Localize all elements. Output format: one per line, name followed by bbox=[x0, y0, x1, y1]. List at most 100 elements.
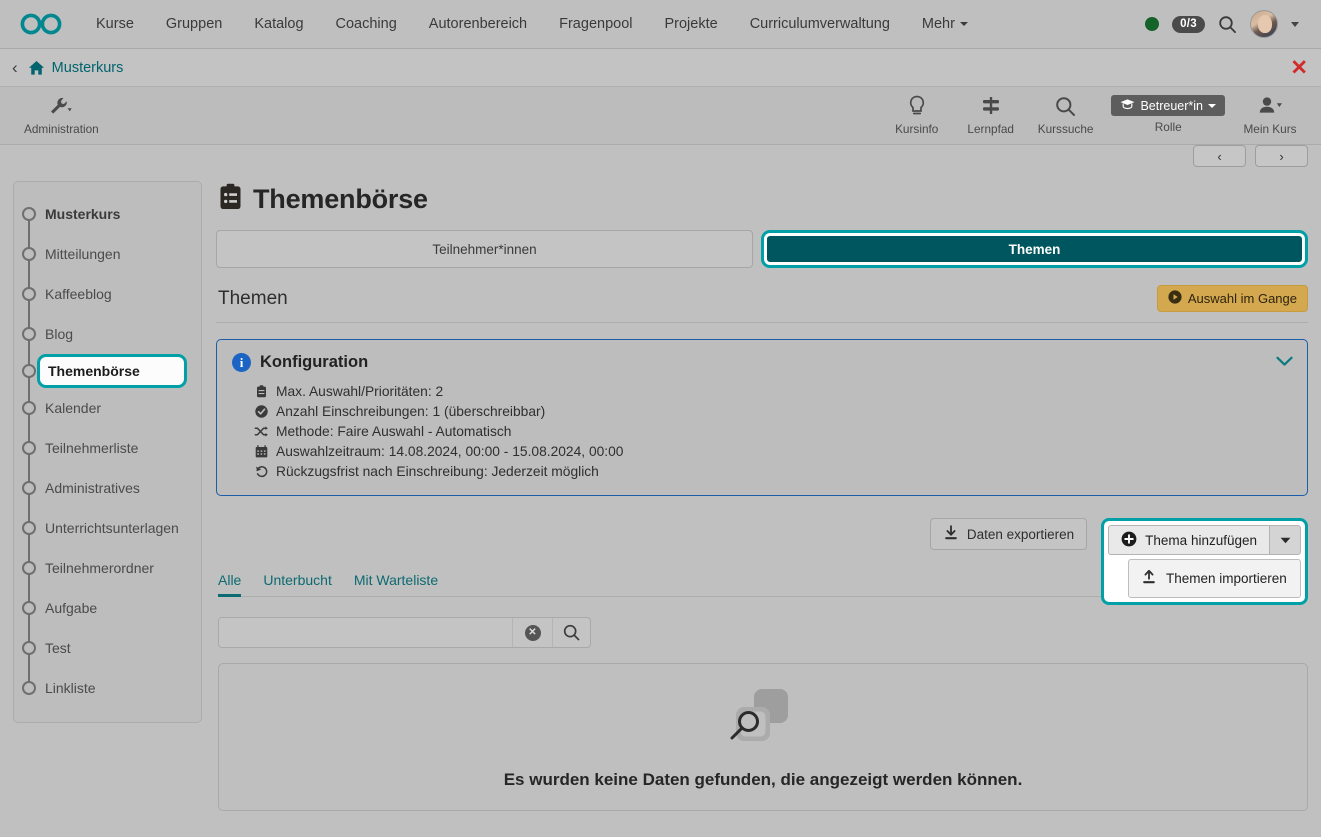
tab-alle[interactable]: Alle bbox=[218, 572, 241, 596]
close-icon[interactable]: ✕ bbox=[1290, 57, 1308, 78]
toolbar-administration[interactable]: Administration bbox=[14, 91, 109, 136]
sidebar-item-teilnehmerordner[interactable]: Teilnehmerordner bbox=[14, 548, 201, 588]
actions-row: Daten exportieren Thema hinzufügen bbox=[216, 518, 1308, 552]
no-data-search-icon bbox=[726, 685, 800, 756]
nav-item-curriculumverwaltung[interactable]: Curriculumverwaltung bbox=[734, 9, 906, 40]
upload-icon bbox=[1141, 569, 1157, 588]
status-badge-label: Auswahl im Gange bbox=[1188, 291, 1297, 306]
caret-down-icon bbox=[1208, 104, 1216, 108]
menu-item-themen-importieren[interactable]: Themen importieren bbox=[1129, 560, 1300, 597]
online-status-icon bbox=[1145, 17, 1159, 31]
nav-item-katalog[interactable]: Katalog bbox=[238, 9, 319, 40]
segment-themen[interactable]: Themen bbox=[767, 236, 1302, 262]
configuration-panel: i Konfiguration Max. Auswahl/Prioritäten… bbox=[216, 339, 1308, 496]
page-body: Musterkurs Mitteilungen Kaffeeblog Blog … bbox=[0, 167, 1321, 811]
config-row-max-auswahl: Max. Auswahl/Prioritäten: 2 bbox=[254, 381, 1292, 401]
node-icon bbox=[22, 207, 36, 221]
sidebar-item-aufgabe[interactable]: Aufgabe bbox=[14, 588, 201, 628]
sidebar-item-linkliste[interactable]: Linkliste bbox=[14, 668, 201, 708]
nav-item-kurse[interactable]: Kurse bbox=[80, 9, 150, 40]
sidebar-item-blog[interactable]: Blog bbox=[14, 314, 201, 354]
undo-icon bbox=[254, 465, 268, 478]
pager-next-button[interactable]: › bbox=[1255, 145, 1308, 167]
sidebar-item-label: Themenbörse bbox=[48, 363, 140, 379]
nav-item-coaching[interactable]: Coaching bbox=[320, 9, 413, 40]
sidebar-item-kaffeeblog[interactable]: Kaffeeblog bbox=[14, 274, 201, 314]
search-icon[interactable] bbox=[552, 618, 590, 647]
home-icon[interactable] bbox=[28, 60, 45, 76]
config-row-anzahl-einschreibungen: Anzahl Einschreibungen: 1 (überschreibba… bbox=[254, 401, 1292, 421]
sidebar-item-label: Teilnehmerordner bbox=[45, 560, 154, 576]
export-data-button[interactable]: Daten exportieren bbox=[930, 518, 1087, 550]
sidebar-item-administratives[interactable]: Administratives bbox=[14, 468, 201, 508]
breadcrumb-course-name[interactable]: Musterkurs bbox=[52, 60, 124, 76]
nav-item-gruppen[interactable]: Gruppen bbox=[150, 9, 238, 40]
role-label: Rolle bbox=[1155, 120, 1182, 134]
course-titlebar: ‹ Musterkurs ✕ bbox=[0, 49, 1321, 87]
avatar[interactable] bbox=[1250, 10, 1278, 38]
toolbar-mein-kurs[interactable]: Mein Kurs bbox=[1233, 91, 1307, 136]
node-icon bbox=[22, 481, 36, 495]
sidebar-item-label: Aufgabe bbox=[45, 600, 97, 616]
sidebar-item-musterkurs[interactable]: Musterkurs bbox=[14, 194, 201, 234]
menu-item-label: Themen importieren bbox=[1166, 571, 1287, 586]
toolbar-kursinfo[interactable]: Kursinfo bbox=[880, 91, 954, 136]
navbar-right-controls: 0/3 bbox=[1145, 10, 1307, 38]
sidebar-item-teilnehmerliste[interactable]: Teilnehmerliste bbox=[14, 428, 201, 468]
shuffle-icon bbox=[254, 425, 268, 438]
sidebar-item-mitteilungen[interactable]: Mitteilungen bbox=[14, 234, 201, 274]
openolat-logo[interactable] bbox=[14, 11, 70, 37]
graduation-cap-icon bbox=[1120, 98, 1135, 113]
sidebar-item-kalender[interactable]: Kalender bbox=[14, 388, 201, 428]
chevron-down-icon bbox=[960, 22, 968, 26]
play-circle-icon bbox=[1168, 290, 1182, 307]
tab-unterbucht[interactable]: Unterbucht bbox=[263, 572, 331, 596]
add-topic-dropdown-toggle[interactable] bbox=[1269, 525, 1301, 555]
clear-icon-glyph: ✕ bbox=[525, 625, 541, 641]
clear-icon[interactable]: ✕ bbox=[512, 618, 552, 647]
nav-item-projekte[interactable]: Projekte bbox=[648, 9, 733, 40]
course-toolbar: Administration Kursinfo Lernpfad bbox=[0, 87, 1321, 145]
sliders-icon bbox=[980, 94, 1002, 118]
notification-count-badge[interactable]: 0/3 bbox=[1172, 16, 1205, 33]
nav-item-mehr[interactable]: Mehr bbox=[906, 9, 984, 40]
search-icon[interactable] bbox=[1218, 15, 1237, 34]
sidebar-item-label: Mitteilungen bbox=[45, 246, 121, 262]
toolbar-kurssuche[interactable]: Kurssuche bbox=[1028, 91, 1104, 136]
node-icon bbox=[22, 441, 36, 455]
node-icon bbox=[22, 601, 36, 615]
role-selector[interactable]: Betreuer*in bbox=[1111, 95, 1225, 116]
config-row-auswahlzeitraum: Auswahlzeitraum: 14.08.2024, 00:00 - 15.… bbox=[254, 441, 1292, 461]
clipboard-list-icon bbox=[218, 183, 243, 216]
config-row-text: Auswahlzeitraum: 14.08.2024, 00:00 - 15.… bbox=[276, 444, 623, 459]
toolbar-lernpfad-label: Lernpfad bbox=[967, 122, 1014, 136]
course-sidebar: Musterkurs Mitteilungen Kaffeeblog Blog … bbox=[13, 181, 202, 723]
nav-item-autorenbereich[interactable]: Autorenbereich bbox=[413, 9, 543, 40]
config-row-text: Methode: Faire Auswahl - Automatisch bbox=[276, 424, 511, 439]
sidebar-item-unterrichtsunterlagen[interactable]: Unterrichtsunterlagen bbox=[14, 508, 201, 548]
configuration-header: i Konfiguration bbox=[232, 353, 1292, 372]
node-icon bbox=[22, 247, 36, 261]
toolbar-mein-kurs-label: Mein Kurs bbox=[1243, 122, 1296, 136]
nav-item-fragenpool[interactable]: Fragenpool bbox=[543, 9, 648, 40]
node-icon bbox=[22, 287, 36, 301]
pager-prev-button[interactable]: ‹ bbox=[1193, 145, 1246, 167]
search-icon bbox=[1055, 94, 1076, 118]
user-menu-chevron-icon[interactable] bbox=[1291, 22, 1299, 27]
add-topic-button[interactable]: Thema hinzufügen bbox=[1108, 525, 1269, 555]
sidebar-item-label: Unterrichtsunterlagen bbox=[45, 520, 179, 536]
toolbar-lernpfad[interactable]: Lernpfad bbox=[954, 91, 1028, 136]
back-icon[interactable]: ‹ bbox=[12, 59, 18, 76]
wrench-icon bbox=[49, 94, 73, 118]
add-topic-dropdown-menu: Themen importieren bbox=[1128, 559, 1301, 598]
sidebar-item-themenboerse[interactable]: Themenbörse bbox=[37, 354, 187, 388]
tab-mit-warteliste[interactable]: Mit Warteliste bbox=[354, 572, 438, 596]
lightbulb-icon bbox=[907, 94, 927, 118]
segment-teilnehmerinnen[interactable]: Teilnehmer*innen bbox=[216, 230, 753, 268]
sidebar-item-test[interactable]: Test bbox=[14, 628, 201, 668]
search-input[interactable] bbox=[219, 618, 512, 647]
config-row-text: Max. Auswahl/Prioritäten: 2 bbox=[276, 384, 443, 399]
sidebar-item-label: Kaffeeblog bbox=[45, 286, 112, 302]
info-icon: i bbox=[232, 353, 251, 372]
chevron-down-icon[interactable] bbox=[1276, 354, 1293, 372]
